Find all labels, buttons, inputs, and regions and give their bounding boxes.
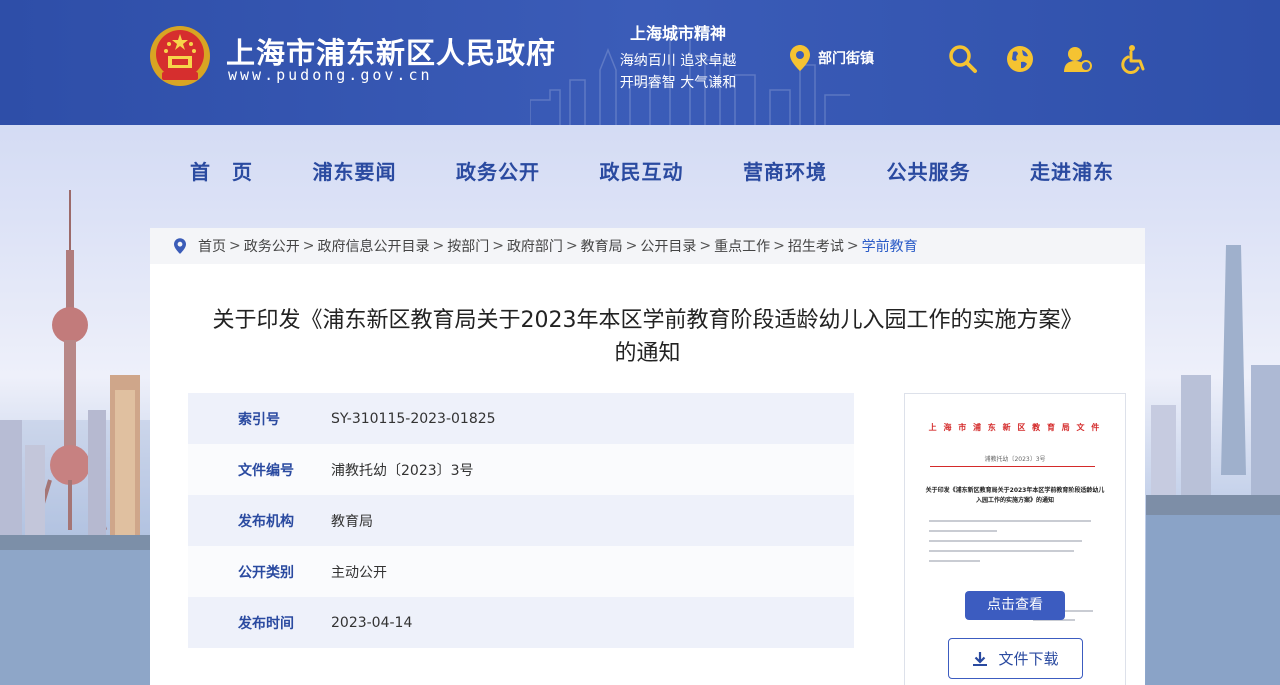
download-file-button[interactable]: 文件下载 [948,638,1083,679]
document-meta-table: 索引号 SY-310115-2023-01825 文件编号 浦教托幼〔2023〕… [188,393,854,648]
globe-icon[interactable] [1005,44,1035,74]
shanghai-tower-illustration [1146,245,1280,685]
user-icon[interactable] [1062,44,1092,74]
breadcrumb-item[interactable]: 公开目录 [640,236,696,256]
location-pin-icon [790,45,810,71]
preview-red-rule [930,466,1095,467]
meta-row-category: 公开类别 主动公开 [188,546,854,597]
city-spirit-line: 开明睿智 大气谦和 [619,75,737,91]
preview-doc-title: 关于印发《浦东新区教育局关于2023年本区学前教育阶段适龄幼儿入园工作的实施方案… [925,487,1105,504]
meta-row-publish-date: 发布时间 2023-04-14 [188,597,854,648]
meta-label: 发布时间 [238,615,294,632]
location-pin-icon [174,238,186,254]
accessibility-icon[interactable] [1120,44,1150,74]
preview-doc-number: 浦教托幼〔2023〕3号 [984,456,1046,463]
meta-label: 索引号 [238,411,280,428]
breadcrumb: 首页 > 政务公开 > 政府信息公开目录 > 按部门 > 政府部门 > 教育局 … [150,228,1145,264]
breadcrumb-separator: > [773,238,785,254]
download-icon [973,651,988,666]
breadcrumb-item[interactable]: 按部门 [447,236,489,256]
dept-town-label: 部门街镇 [818,51,874,67]
meta-row-publisher: 发布机构 教育局 [188,495,854,546]
breadcrumb-separator: > [492,238,504,254]
document-title: 关于印发《浦东新区教育局关于2023年本区学前教育阶段适龄幼儿入园工作的实施方案… [170,304,1125,370]
meta-value: 浦教托幼〔2023〕3号 [331,462,474,479]
document-title-line: 关于印发《浦东新区教育局关于2023年本区学前教育阶段适龄幼儿入园工作的实施方案… [212,308,1083,333]
breadcrumb-item[interactable]: 政府部门 [507,236,563,256]
city-spirit-title: 上海城市精神 [629,24,726,43]
nav-item-home[interactable]: 首 页 [190,150,253,194]
meta-row-doc-number: 文件编号 浦教托幼〔2023〕3号 [188,444,854,495]
download-file-label: 文件下载 [998,650,1059,668]
nav-item-pudong-news[interactable]: 浦东要闻 [313,150,397,194]
view-document-button[interactable]: 点击查看 [965,591,1065,620]
breadcrumb-separator: > [565,238,578,254]
preview-doc-header: 上 海 市 浦 东 新 区 教 育 局 文 件 [928,423,1102,432]
breadcrumb-item[interactable]: 首页 [198,236,226,256]
breadcrumb-separator: > [432,238,445,254]
breadcrumb-separator: > [302,238,315,254]
nav-item-about-pudong[interactable]: 走进浦东 [1030,150,1114,194]
nav-item-interaction[interactable]: 政民互动 [600,150,684,194]
meta-value: 教育局 [331,513,373,530]
meta-value: 主动公开 [331,564,387,581]
search-icon[interactable] [948,44,978,74]
meta-row-index: 索引号 SY-310115-2023-01825 [188,393,854,444]
breadcrumb-item[interactable]: 教育局 [581,236,623,256]
oriental-pearl-tower-illustration [0,190,150,685]
meta-label: 文件编号 [238,462,294,479]
site-url: www.pudong.gov.cn [228,66,433,84]
breadcrumb-item[interactable]: 招生考试 [788,236,844,256]
main-nav: 首 页 浦东要闻 政务公开 政民互动 营商环境 公共服务 走进浦东 [150,150,1146,194]
site-header: 上海市浦东新区人民政府 www.pudong.gov.cn 上海城市精神 海纳百… [0,0,1280,125]
breadcrumb-item[interactable]: 政务公开 [244,236,300,256]
breadcrumb-separator: > [699,238,712,254]
breadcrumb-item[interactable]: 政府信息公开目录 [317,236,429,256]
document-preview-card: 上 海 市 浦 东 新 区 教 育 局 文 件 浦教托幼〔2023〕3号 关于印… [904,393,1126,685]
breadcrumb-current[interactable]: 学前教育 [862,236,918,256]
dept-town-link[interactable]: 部门街镇 [790,45,874,71]
meta-value: SY-310115-2023-01825 [331,410,496,427]
breadcrumb-item[interactable]: 重点工作 [714,236,770,256]
city-spirit-line: 海纳百川 追求卓越 [619,53,737,69]
meta-label: 发布机构 [238,513,294,530]
city-spirit: 上海城市精神 海纳百川 追求卓越 开明睿智 大气谦和 [612,20,744,94]
main-content: 关于印发《浦东新区教育局关于2023年本区学前教育阶段适龄幼儿入园工作的实施方案… [150,264,1145,685]
nav-item-business[interactable]: 营商环境 [743,150,827,194]
nav-item-gov-affairs[interactable]: 政务公开 [456,150,540,194]
nav-item-public-service[interactable]: 公共服务 [887,150,971,194]
breadcrumb-separator: > [846,238,859,254]
meta-value: 2023-04-14 [331,614,413,631]
preview-body-lines [929,520,1099,580]
meta-label: 公开类别 [238,564,294,581]
breadcrumb-separator: > [229,238,241,254]
document-title-line: 的通知 [614,341,681,366]
national-emblem-logo[interactable] [148,24,212,88]
breadcrumb-separator: > [625,238,638,254]
